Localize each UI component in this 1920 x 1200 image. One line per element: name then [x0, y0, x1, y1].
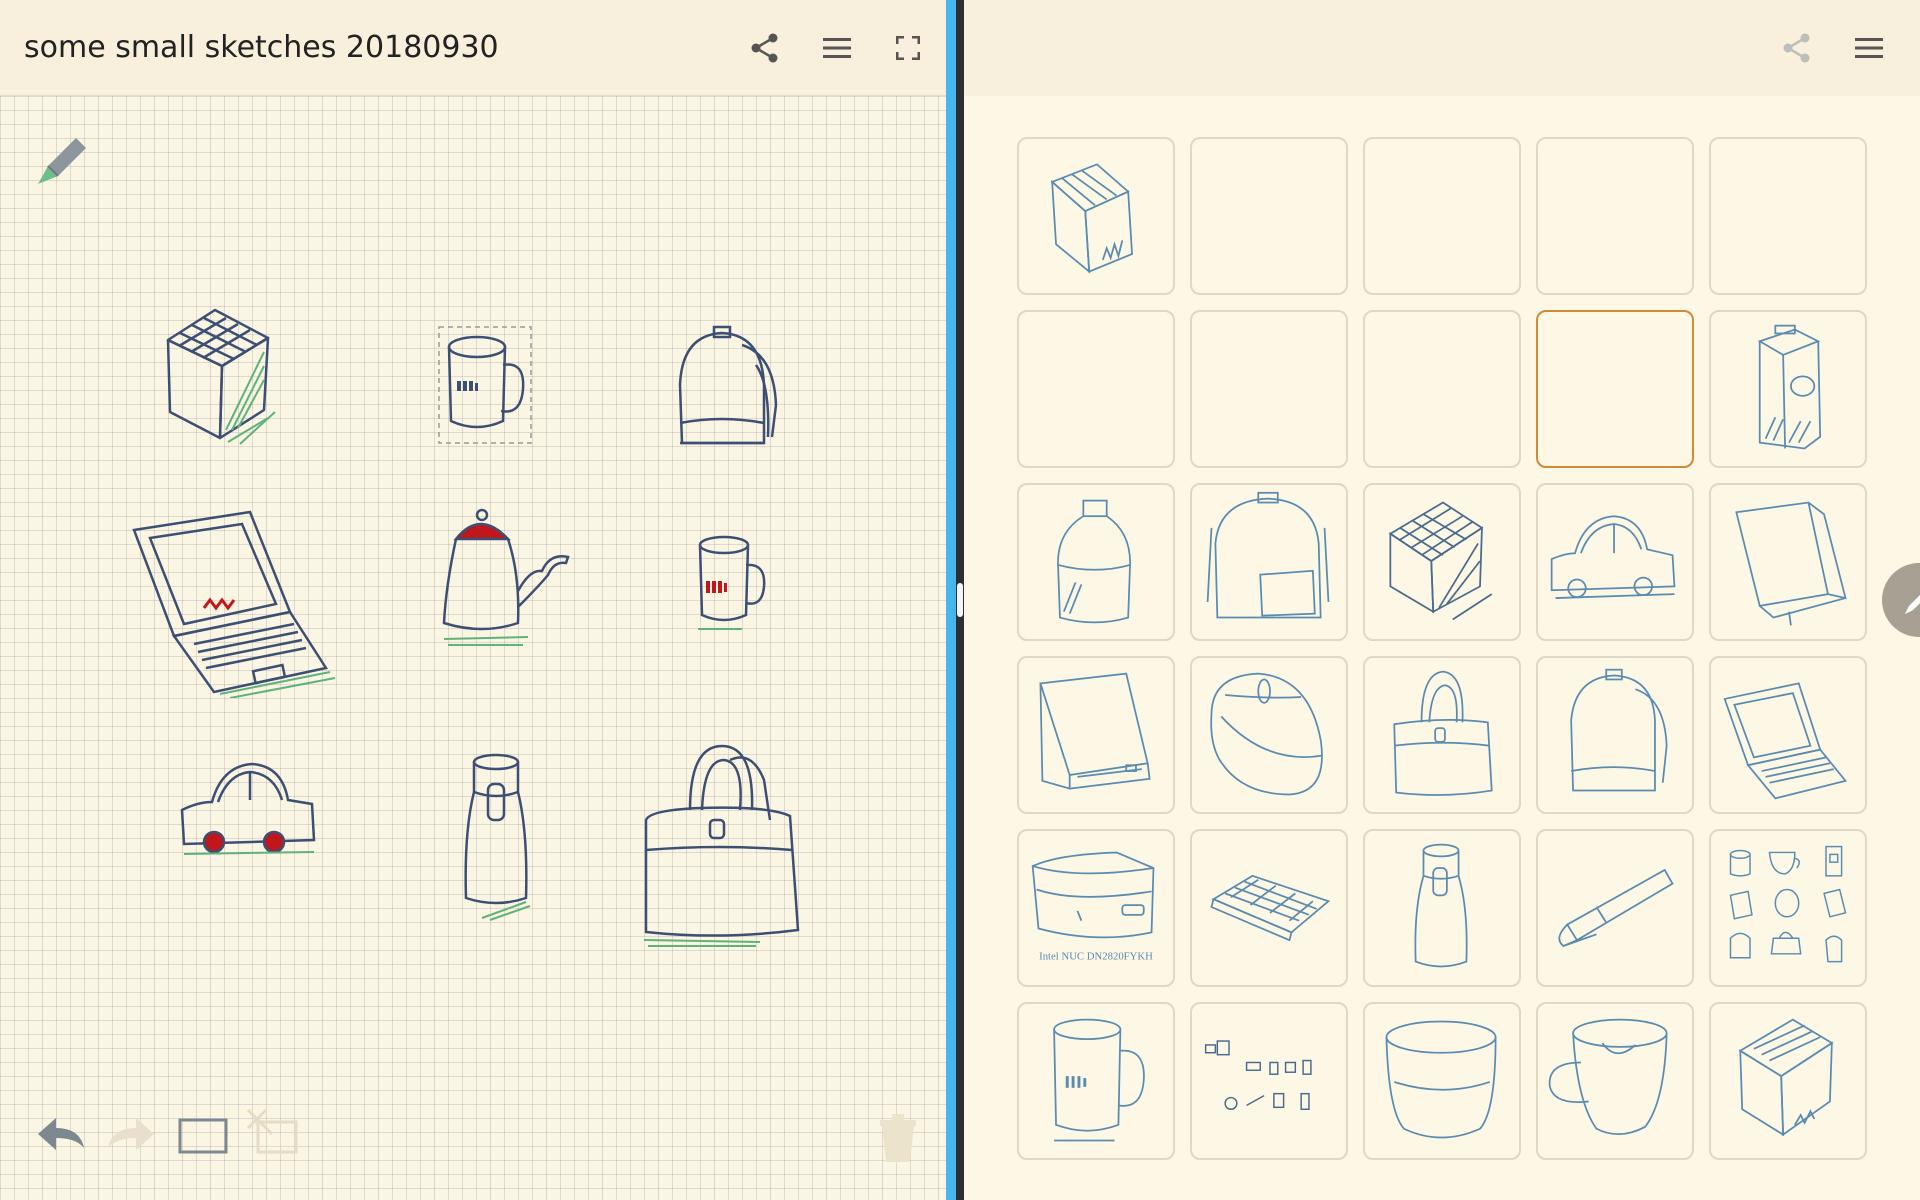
tile-caption: Intel NUC DN2820FYKH: [1039, 951, 1153, 963]
tile-box3-sketch[interactable]: [1709, 1002, 1867, 1160]
redo-icon[interactable]: [100, 1106, 160, 1166]
tile-laptop-sketch[interactable]: [1709, 656, 1867, 814]
handbag-sketch[interactable]: [640, 740, 805, 950]
tile-box-sketch[interactable]: [1017, 137, 1175, 295]
tile-car-sketch[interactable]: [1536, 483, 1694, 641]
editor-header: some small sketches 20180930: [0, 0, 946, 96]
tile-thermos-sketch[interactable]: [1363, 829, 1521, 987]
tile-backpack-sketch[interactable]: [1190, 483, 1348, 641]
editor-pane: some small sketches 20180930: [0, 0, 946, 1200]
mug-sketch-selected[interactable]: [437, 325, 533, 445]
rectangle-select-icon[interactable]: [176, 1106, 236, 1166]
tile-empty[interactable]: [1190, 310, 1348, 468]
sketch-gallery-pane: Intel NUC DN2820FYKH: [964, 0, 1920, 1200]
tile-cube-sketch[interactable]: [1363, 483, 1521, 641]
tile-handbag-sketch[interactable]: [1363, 656, 1521, 814]
tile-pen-sketch[interactable]: [1536, 829, 1694, 987]
cube-sketch[interactable]: [160, 300, 280, 450]
backpack-sketch[interactable]: [672, 325, 782, 455]
tile-bottle-sketch[interactable]: [1017, 483, 1175, 641]
tile-empty-selected[interactable]: [1536, 310, 1694, 468]
tile-nuc-sketch[interactable]: Intel NUC DN2820FYKH: [1017, 829, 1175, 987]
tile-cup-sketch[interactable]: [1536, 1002, 1694, 1160]
tile-empty[interactable]: [1709, 137, 1867, 295]
trash-icon[interactable]: [870, 1106, 930, 1166]
tile-collection-sketch[interactable]: [1709, 829, 1867, 987]
fullscreen-icon[interactable]: [888, 28, 928, 68]
tile-mug-sketch[interactable]: [1017, 1002, 1175, 1160]
page-title: some small sketches 20180930: [24, 30, 499, 65]
tile-box2-sketch[interactable]: [1017, 656, 1175, 814]
tile-empty[interactable]: [1363, 310, 1521, 468]
lasso-select-icon[interactable]: [246, 1106, 306, 1166]
car-sketch[interactable]: [178, 760, 318, 860]
thermos-sketch[interactable]: [460, 752, 540, 922]
teapot-sketch[interactable]: [438, 505, 573, 650]
tile-empty[interactable]: [1363, 137, 1521, 295]
divider-drag-handle[interactable]: [957, 583, 963, 617]
tile-empty[interactable]: [1536, 137, 1694, 295]
tile-mouse-sketch[interactable]: [1190, 656, 1348, 814]
menu-icon[interactable]: [1849, 28, 1889, 68]
red-mug-sketch[interactable]: [690, 535, 770, 635]
tile-book-sketch[interactable]: [1709, 483, 1867, 641]
tile-empty[interactable]: [1017, 310, 1175, 468]
tile-items-sketch[interactable]: [1190, 1002, 1348, 1160]
share-icon[interactable]: [1777, 28, 1817, 68]
tile-backpack2-sketch[interactable]: [1536, 656, 1694, 814]
active-pane-indicator: [946, 0, 956, 1200]
undo-icon[interactable]: [32, 1106, 92, 1166]
tile-milk-carton-sketch[interactable]: [1709, 310, 1867, 468]
laptop-sketch[interactable]: [130, 508, 340, 698]
share-icon[interactable]: [745, 28, 785, 68]
tile-bowl-sketch[interactable]: [1363, 1002, 1521, 1160]
tile-empty[interactable]: [1190, 137, 1348, 295]
menu-icon[interactable]: [817, 28, 857, 68]
gallery-header: [964, 0, 1920, 96]
pencil-icon[interactable]: [30, 126, 94, 190]
tile-keyboard-sketch[interactable]: [1190, 829, 1348, 987]
